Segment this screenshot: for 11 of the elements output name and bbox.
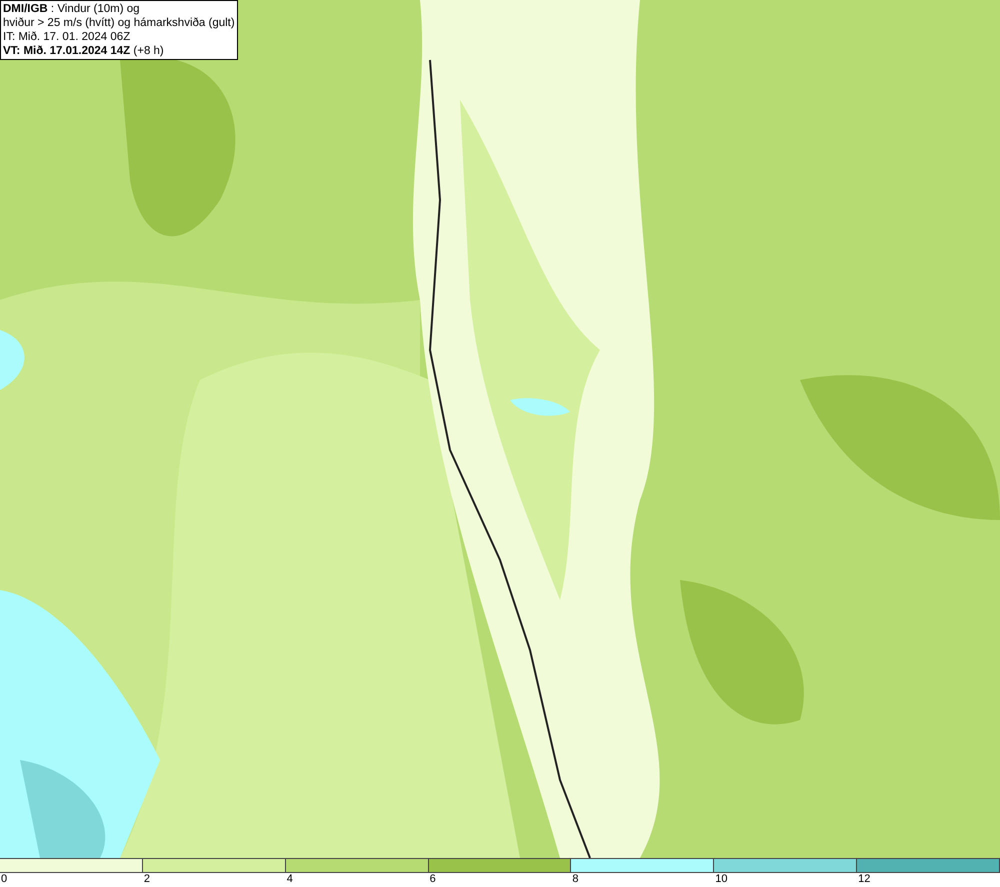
legend-text: IT: Mið. 17. 01. 2024 06Z [3, 30, 132, 44]
scale-label: 12 [858, 873, 870, 886]
scale-label: 8 [572, 873, 579, 886]
scale-label: 0 [1, 873, 8, 886]
scale-label: 10 [715, 873, 728, 886]
scale-label: 2 [144, 873, 150, 886]
legend-text: DMI/IGB : Vindur (10m) og [3, 2, 141, 16]
scale-label: 6 [430, 873, 436, 886]
legend-text: hviður > 25 m/s (hvítt) og hámarkshviða (gult) [3, 16, 235, 30]
legend-text: VT: Mið. 17.01.2024 14Z (+8 h) [3, 44, 165, 58]
scale-label: 4 [286, 873, 293, 886]
